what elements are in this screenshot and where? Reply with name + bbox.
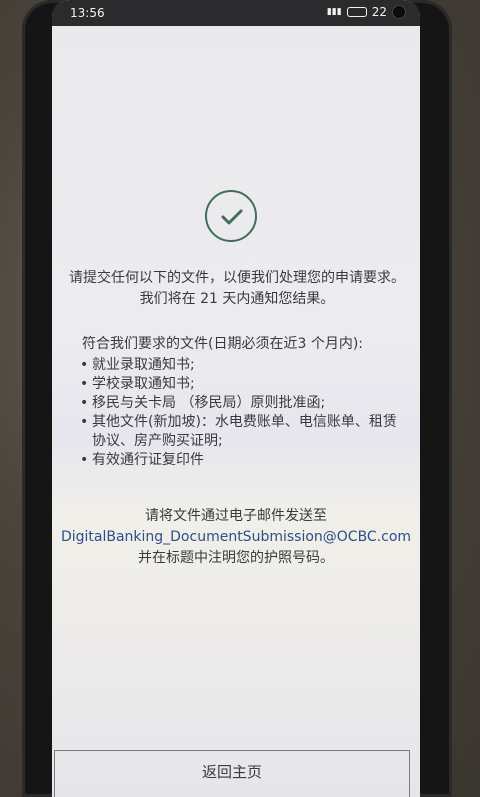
list-item: 就业录取通知书; [80,356,410,375]
signal-icon: ▮▮▮ [326,7,342,17]
battery-level: 22 [371,5,387,19]
list-item: 学校录取通知书; [80,375,410,394]
intro-text: 请提交任何以下的文件，以便我们处理您的申请要求。我们将在 21 天内通知您结果。 [69,270,405,307]
email-link[interactable]: DigitalBanking_DocumentSubmission@OCBC.c… [52,527,420,548]
success-check-circle [205,190,257,242]
battery-icon [346,7,367,17]
list-item: 移民与关卡局 （移民局）原则批准函; [80,394,410,413]
submit-suffix: 并在标题中注明您的护照号码。 [138,550,334,566]
status-icons: ▮▮▮ 22 [327,5,406,19]
check-icon [221,209,243,225]
screen: 13:56 ▮▮▮ 22 请提交任何以下的文件，以便我们处理您的申请要求。我们将… [52,0,420,797]
status-time: 13:56 [70,6,105,20]
requirements-list: 就业录取通知书; 学校录取通知书; 移民与关卡局 （移民局）原则批准函; 其他文… [80,356,410,470]
list-item: 有效通行证复印件 [80,451,410,470]
list-item: 其他文件(新加坡)：水电费账单、电信账单、租赁协议、房产购买证明; [80,413,410,451]
submission-instructions: 请将文件通过电子邮件发送至 DigitalBanking_DocumentSub… [52,506,420,569]
submit-prefix: 请将文件通过电子邮件发送至 [145,508,327,524]
requirements-heading: 符合我们要求的文件(日期必须在近3 个月内): [82,336,363,352]
camera-icon [392,5,406,19]
status-bar: 13:56 ▮▮▮ 22 [52,0,420,26]
home-button[interactable]: 返回主页 [54,750,410,797]
